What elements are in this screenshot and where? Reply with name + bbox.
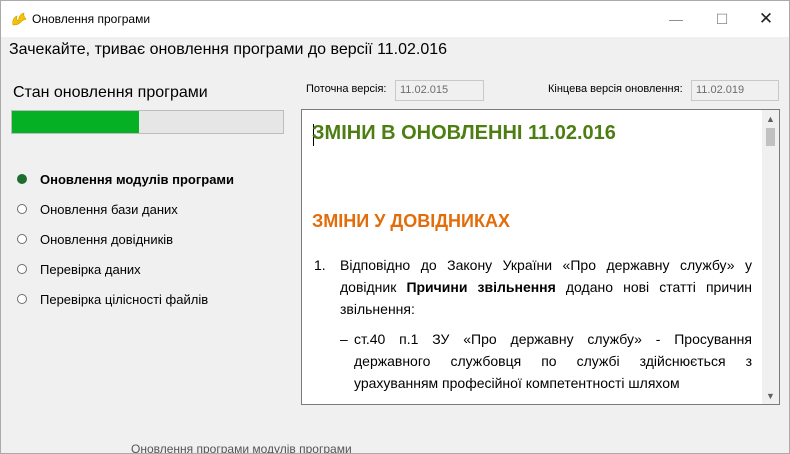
target-version-label: Кінцева версія оновлення: bbox=[548, 83, 683, 95]
minimize-button[interactable]: — bbox=[653, 1, 699, 37]
list-item-text: Відповідно до Закону України «Про держав… bbox=[340, 254, 752, 320]
sub-list-item: – ст.40 п.1 ЗУ «Про державну службу» - П… bbox=[312, 328, 752, 394]
step-item: Перевірка даних bbox=[17, 254, 234, 284]
list-item: 1. Відповідно до Закону України «Про дер… bbox=[312, 254, 752, 320]
step-indicator-icon bbox=[17, 234, 27, 244]
scroll-down-icon[interactable]: ▼ bbox=[762, 387, 779, 404]
step-indicator-icon bbox=[17, 264, 27, 274]
window-title: Оновлення програми bbox=[32, 12, 151, 26]
step-label: Оновлення довідників bbox=[40, 231, 174, 247]
scroll-thumb[interactable] bbox=[766, 128, 775, 146]
step-indicator-icon bbox=[17, 204, 27, 214]
step-label: Оновлення модулів програми bbox=[40, 171, 235, 187]
title-bar[interactable]: Оновлення програми — ☐ ✕ bbox=[1, 1, 789, 37]
update-status-message: Зачекайте, триває оновлення програми до … bbox=[9, 41, 448, 58]
step-label: Перевірка цілісності файлів bbox=[40, 291, 209, 307]
list-item-emphasis: Причини звільнення bbox=[406, 279, 556, 295]
update-window: Оновлення програми — ☐ ✕ Зачекайте, трив… bbox=[0, 0, 790, 454]
step-item: Оновлення модулів програми bbox=[17, 164, 234, 194]
vertical-scrollbar[interactable]: ▲ ▼ bbox=[762, 110, 779, 404]
scroll-up-icon[interactable]: ▲ bbox=[762, 110, 779, 127]
step-item: Оновлення довідників bbox=[17, 224, 234, 254]
progress-fill bbox=[12, 111, 140, 133]
update-steps-list: Оновлення модулів програми Оновлення баз… bbox=[17, 164, 234, 314]
current-version-field: 11.02.015 bbox=[395, 80, 484, 101]
release-notes-document: ЗМІНИ В ОНОВЛЕННІ 11.02.016 ЗМІНИ У ДОВІ… bbox=[312, 122, 752, 394]
changes-list: 1. Відповідно до Закону України «Про дер… bbox=[312, 254, 752, 394]
maximize-button[interactable]: ☐ bbox=[699, 1, 745, 37]
sub-list-text: ст.40 п.1 ЗУ «Про державну службу» - Про… bbox=[354, 331, 752, 391]
progress-section-title: Стан оновлення програми bbox=[13, 84, 208, 101]
close-button[interactable]: ✕ bbox=[743, 1, 789, 37]
step-item: Оновлення бази даних bbox=[17, 194, 234, 224]
release-notes-subheading: ЗМІНИ У ДОВІДНИКАХ bbox=[312, 211, 510, 231]
footer-ghost-text: Оновлення програми модулів програми bbox=[131, 442, 352, 454]
sub-list-dash: – bbox=[340, 331, 348, 347]
current-version-label: Поточна версія: bbox=[306, 83, 387, 95]
update-progress-bar bbox=[11, 110, 284, 134]
step-indicator-icon bbox=[17, 174, 27, 184]
list-item-number: 1. bbox=[314, 257, 326, 273]
step-label: Перевірка даних bbox=[40, 261, 141, 277]
target-version-field: 11.02.019 bbox=[691, 80, 779, 101]
step-label: Оновлення бази даних bbox=[40, 201, 178, 217]
step-indicator-icon bbox=[17, 294, 27, 304]
app-logo-icon bbox=[11, 12, 27, 26]
release-notes-heading: ЗМІНИ В ОНОВЛЕННІ 11.02.016 bbox=[312, 122, 616, 144]
step-item: Перевірка цілісності файлів bbox=[17, 284, 234, 314]
release-notes-panel[interactable]: ЗМІНИ В ОНОВЛЕННІ 11.02.016 ЗМІНИ У ДОВІ… bbox=[301, 109, 780, 405]
